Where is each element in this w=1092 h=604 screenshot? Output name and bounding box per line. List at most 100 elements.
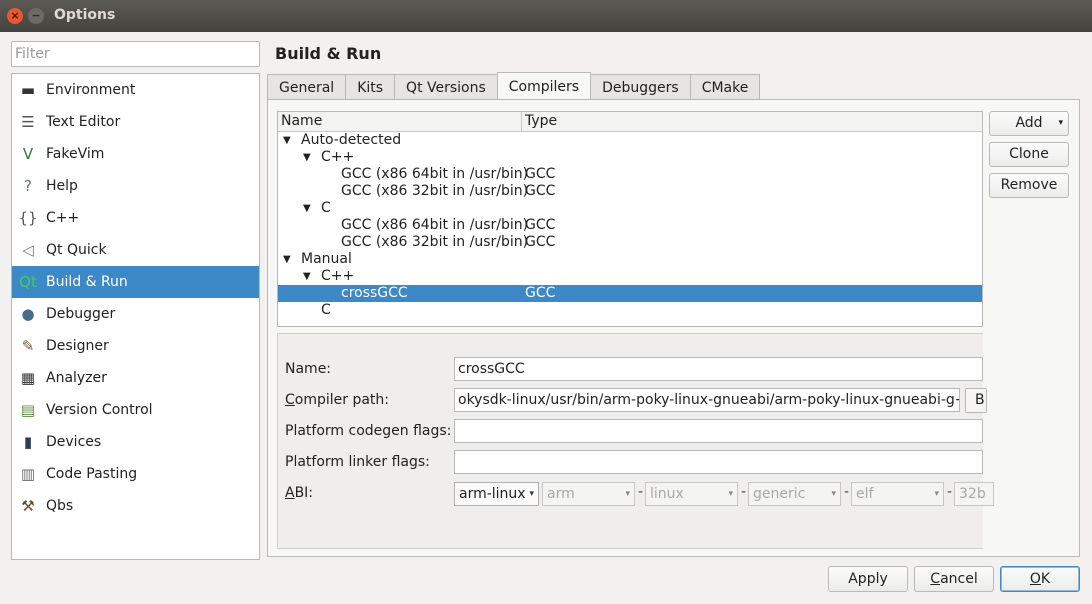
tree-row[interactable]: ▼ C — [278, 200, 982, 217]
minimize-window-button[interactable]: − — [28, 8, 44, 24]
expand-arrow-icon[interactable]: ▼ — [303, 268, 311, 285]
nav-item-label: FakeVim — [46, 146, 105, 162]
tab-general[interactable]: General — [267, 74, 347, 100]
nav-item-fakevim[interactable]: V FakeVim — [12, 138, 259, 170]
chevron-down-icon: ▾ — [831, 489, 836, 499]
expand-arrow-icon[interactable]: ▼ — [303, 200, 311, 217]
column-header-type[interactable]: Type — [522, 112, 557, 131]
nav-item-label: Debugger — [46, 306, 116, 322]
nav-item-label: C++ — [46, 210, 80, 226]
add-button-label: Add — [1015, 115, 1043, 131]
expand-arrow-icon[interactable]: ▼ — [283, 132, 291, 149]
tab-compilers[interactable]: Compilers — [496, 72, 592, 100]
tree-row[interactable]: ▼ C++ — [278, 268, 982, 285]
abi-combo-value: linux — [650, 486, 684, 502]
tree-row-type: GCC — [525, 234, 556, 250]
nav-item-label: Code Pasting — [46, 466, 138, 482]
designer-tools-icon: ✎ — [21, 337, 35, 355]
abi-label: ABI: — [285, 485, 313, 501]
compiler-path-label-text: ompiler path: — [294, 392, 390, 408]
analyzer-icon: ▦ — [20, 369, 36, 387]
tree-row-name: C++ — [321, 149, 355, 165]
tree-row-type: GCC — [525, 217, 556, 233]
nav-item-text-editor[interactable]: ☰ Text Editor — [12, 106, 259, 138]
tree-row-name: Auto-detected — [301, 132, 402, 148]
tree-row[interactable]: ▼ Auto-detected — [278, 132, 982, 149]
monitor-icon: ▬ — [20, 81, 36, 99]
linker-flags-field[interactable] — [454, 450, 983, 474]
compiler-tree[interactable]: Name Type ▼ Auto-detected ▼ C++ GCC (x86 64b… — [277, 111, 983, 327]
tree-row[interactable]: ▼ Manual — [278, 251, 982, 268]
nav-item-label: Devices — [46, 434, 102, 450]
expand-arrow-icon[interactable]: ▼ — [283, 251, 291, 268]
tree-row[interactable]: ▼ C++ — [278, 149, 982, 166]
chevron-down-icon: ▾ — [1058, 118, 1063, 128]
tree-row-type: GCC — [525, 166, 556, 182]
tree-row-name: Manual — [301, 251, 352, 267]
column-header-name[interactable]: Name — [278, 112, 522, 131]
options-category-list: ▬ Environment ☰ Text Editor V FakeVim? Help {} C… — [11, 73, 260, 560]
remove-button[interactable]: Remove — [989, 173, 1069, 198]
ok-button[interactable]: OK — [1000, 566, 1080, 592]
hammer-icon: ⚒ — [21, 497, 35, 515]
apply-button[interactable]: Apply — [828, 566, 908, 592]
code-pasting-icon: ▥ — [20, 465, 36, 483]
nav-item-build-run[interactable]: Qt Build & Run — [12, 266, 259, 298]
tab-cmake[interactable]: CMake — [689, 74, 761, 100]
compiler-path-label: Compiler path: — [285, 392, 389, 408]
tab-bar: General Kits Qt Versions Compilers Debuggers… — [267, 72, 761, 100]
name-field[interactable]: crossGCC — [454, 357, 983, 381]
tree-row-name: GCC (x86 32bit in /usr/bin) — [341, 234, 529, 250]
nav-item-code-pasting[interactable]: ▥ Code Pasting — [12, 458, 259, 490]
tree-row-name: C++ — [321, 268, 355, 284]
device-icon: ▮ — [23, 433, 33, 451]
compiler-path-field[interactable]: okysdk-linux/usr/bin/arm-poky-linux-gnue… — [454, 388, 960, 412]
codegen-flags-label: Platform codegen flags: — [285, 423, 452, 439]
tree-row-name: C — [321, 302, 331, 318]
close-icon: × — [10, 9, 20, 22]
filter-input[interactable] — [11, 41, 260, 67]
debugger-icon: ● — [21, 305, 35, 323]
nav-item-version-control[interactable]: ▤ Version Control — [12, 394, 259, 426]
abi-combo-value: generic — [753, 486, 806, 502]
nav-item-debugger[interactable]: ● Debugger — [12, 298, 259, 330]
ok-label: K — [1040, 571, 1051, 587]
qt-build-icon: Qt — [19, 273, 37, 291]
nav-item-label: Qt Quick — [46, 242, 107, 258]
add-button[interactable]: Add ▾ — [989, 111, 1069, 136]
cancel-button[interactable]: Cancel — [914, 566, 994, 592]
abi-combo-1[interactable]: arm-linux ▾ — [454, 482, 539, 506]
nav-item-analyzer[interactable]: ▦ Analyzer — [12, 362, 259, 394]
nav-item-label: Text Editor — [46, 114, 121, 130]
nav-item-help[interactable]: ? Help — [12, 170, 259, 202]
expand-arrow-icon[interactable]: ▼ — [303, 149, 311, 166]
tree-row[interactable]: GCC (x86 32bit in /usr/bin) GCC — [278, 234, 982, 251]
browse-button[interactable]: B — [965, 388, 987, 413]
nav-item-qt-quick[interactable]: ◁ Qt Quick — [12, 234, 259, 266]
tree-row-type: GCC — [525, 285, 556, 301]
codegen-flags-field[interactable] — [454, 419, 983, 443]
cancel-mnemonic: C — [930, 571, 941, 587]
nav-item-label: Help — [46, 178, 78, 194]
nav-item-environment[interactable]: ▬ Environment — [12, 74, 259, 106]
tab-kits[interactable]: Kits — [345, 74, 396, 100]
clone-button[interactable]: Clone — [989, 142, 1069, 167]
abi-combo-value: arm-linux — [459, 486, 526, 502]
nav-item-devices[interactable]: ▮ Devices — [12, 426, 259, 458]
nav-item-qbs[interactable]: ⚒ Qbs — [12, 490, 259, 522]
abi-combo-4: generic ▾ — [748, 482, 841, 506]
tab-qt-versions[interactable]: Qt Versions — [394, 74, 498, 100]
tree-row[interactable]: crossGCC GCC — [278, 285, 982, 302]
tab-debuggers[interactable]: Debuggers — [590, 74, 691, 100]
tree-row[interactable]: C — [278, 302, 982, 319]
text-editor-icon: ☰ — [21, 113, 35, 131]
tree-row[interactable]: GCC (x86 64bit in /usr/bin) GCC — [278, 217, 982, 234]
abi-separator: - — [844, 484, 850, 500]
close-window-button[interactable]: × — [7, 8, 23, 24]
tree-row[interactable]: GCC (x86 64bit in /usr/bin) GCC — [278, 166, 982, 183]
tree-row[interactable]: GCC (x86 32bit in /usr/bin) GCC — [278, 183, 982, 200]
nav-item-designer[interactable]: ✎ Designer — [12, 330, 259, 362]
title-bar: × − Options — [0, 0, 1092, 32]
tree-body: ▼ Auto-detected ▼ C++ GCC (x86 64bit in /usr… — [278, 132, 982, 319]
nav-item-c[interactable]: {} C++ — [12, 202, 259, 234]
